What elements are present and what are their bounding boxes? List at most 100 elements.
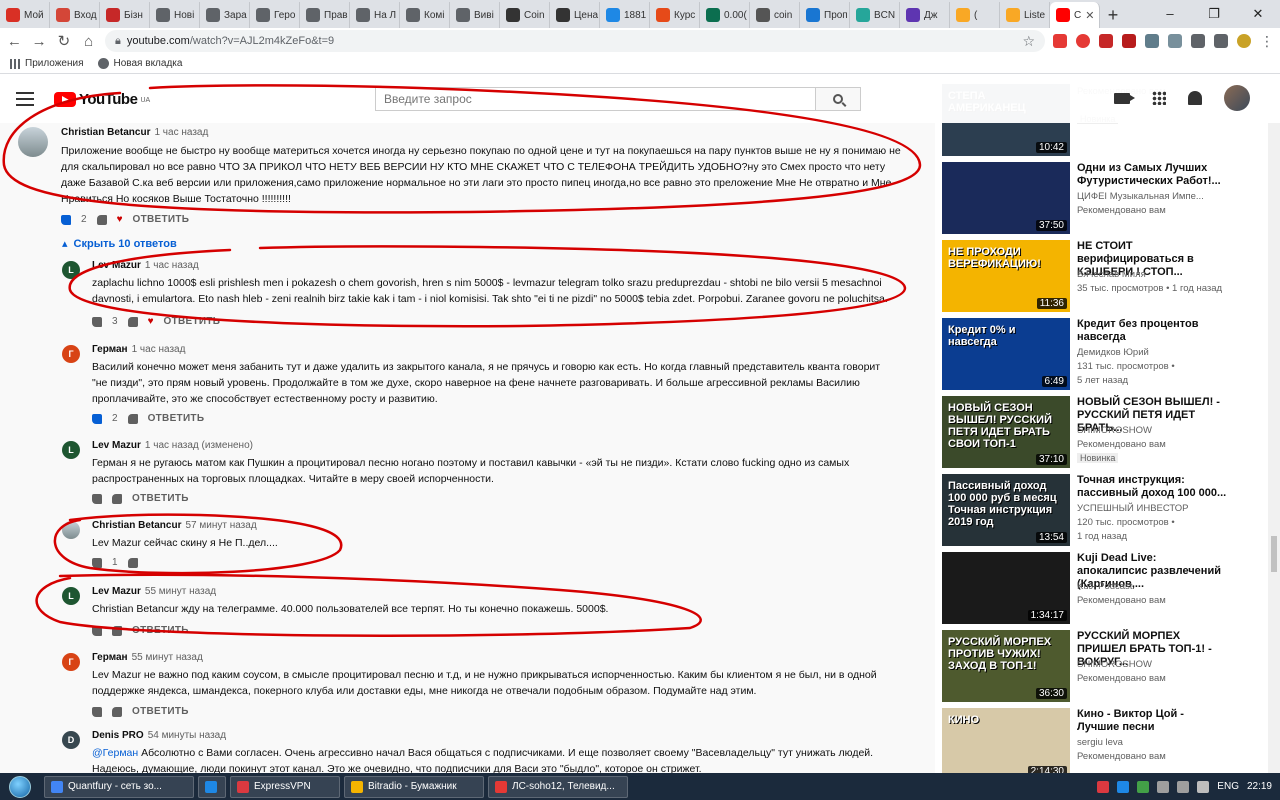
video-thumbnail[interactable]: Кредит 0% и навсегда 6:49 <box>942 318 1070 390</box>
video-thumbnail[interactable]: НОВЫЙ СЕЗОН ВЫШЕЛ! РУССКИЙ ПЕТЯ ИДЕТ БРА… <box>942 396 1070 468</box>
video-channel[interactable]: SHIMOROSHOW <box>1077 659 1152 670</box>
recommended-video[interactable]: НОВЫЙ СЕЗОН ВЫШЕЛ! РУССКИЙ ПЕТЯ ИДЕТ БРА… <box>942 396 1262 468</box>
create-video-icon[interactable] <box>1114 92 1135 104</box>
bookmark-apps[interactable]: Приложения <box>10 58 84 69</box>
recommended-video[interactable]: Пассивный доход 100 000 руб в месяц Точн… <box>942 474 1262 546</box>
browser-tab[interactable]: coin <box>750 2 800 28</box>
dislike-icon[interactable] <box>96 214 107 225</box>
like-icon[interactable] <box>92 706 102 717</box>
browser-tab[interactable]: Дж <box>900 2 950 28</box>
browser-tab[interactable]: Виві <box>450 2 500 28</box>
browser-tab[interactable]: 0.00( <box>700 2 750 28</box>
video-channel[interactable]: KuJi Podcast <box>1077 581 1132 592</box>
extension-icon[interactable] <box>1191 34 1205 48</box>
video-thumbnail[interactable]: Пассивный доход 100 000 руб в месяц Точн… <box>942 474 1070 546</box>
youtube-logo[interactable]: YouTube UA <box>54 91 150 108</box>
video-channel[interactable]: Демидков Юрий <box>1077 347 1149 358</box>
profile-icon[interactable] <box>1237 34 1251 48</box>
start-button[interactable] <box>0 773 40 800</box>
tray-icon[interactable] <box>1117 780 1130 793</box>
tray-icon[interactable] <box>1097 780 1110 793</box>
avatar[interactable]: D <box>62 731 80 749</box>
tray-icon[interactable] <box>1157 780 1170 793</box>
comment-time[interactable]: 1 час назад <box>132 344 186 355</box>
extension-icon[interactable] <box>1099 34 1113 48</box>
recommended-video[interactable]: 37:50 Одни из Самых Лучших Футуристически… <box>942 162 1262 234</box>
browser-tab[interactable]: ( <box>950 2 1000 28</box>
extension-icon[interactable] <box>1053 34 1067 48</box>
browser-tab[interactable]: C ✕ <box>1050 2 1100 28</box>
video-channel[interactable]: sergiu leva <box>1077 737 1123 748</box>
comment-time[interactable]: 1 час назад <box>154 127 208 138</box>
page-scrollbar[interactable] <box>1268 84 1280 774</box>
browser-tab[interactable]: Цена <box>550 2 600 28</box>
browser-menu-icon[interactable]: ⋮ <box>1260 33 1274 50</box>
reply-button[interactable]: ОТВЕТИТЬ <box>132 493 189 504</box>
recommended-video[interactable]: РУССКИЙ МОРПЕХ ПРОТИВ ЧУЖИХ! ЗАХОД В ТОП… <box>942 630 1262 702</box>
hide-replies-button[interactable]: ▴ Скрыть 10 ответов <box>62 237 177 251</box>
avatar[interactable]: Г <box>62 345 80 363</box>
back-icon[interactable]: ← <box>6 33 23 50</box>
reply-button[interactable]: ОТВЕТИТЬ <box>164 316 221 327</box>
comment-time[interactable]: 1 час назад <box>145 260 199 271</box>
tray-icon[interactable] <box>1137 780 1150 793</box>
forward-icon[interactable]: → <box>31 33 48 50</box>
video-channel[interactable]: Вячеслав Миля <box>1077 269 1146 280</box>
search-input[interactable] <box>375 87 815 111</box>
comment-time[interactable]: 57 минут назад <box>185 520 256 531</box>
comment-author[interactable]: Lev Mazur <box>92 260 141 271</box>
youtube-apps-icon[interactable] <box>1152 91 1166 105</box>
browser-tab[interactable]: Комі <box>400 2 450 28</box>
comment-author[interactable]: Герман <box>92 652 128 663</box>
reply-button[interactable]: ОТВЕТИТЬ <box>133 214 190 225</box>
video-title[interactable]: Кредит без процентов навсегда <box>1077 318 1227 344</box>
home-icon[interactable]: ⌂ <box>80 33 97 50</box>
hamburger-menu-icon[interactable] <box>16 92 34 106</box>
taskbar-app[interactable]: Bitradio - Бумажник <box>344 775 484 798</box>
browser-tab[interactable]: BCN <box>850 2 900 28</box>
browser-tab[interactable]: 1881 <box>600 2 650 28</box>
dislike-icon[interactable] <box>112 493 122 504</box>
account-avatar[interactable] <box>1224 85 1250 111</box>
comment-time[interactable]: 55 минут назад <box>132 652 203 663</box>
like-icon[interactable] <box>61 214 71 225</box>
taskbar-app[interactable]: ЛС-soho12, Телевид... <box>488 775 628 798</box>
taskbar-app[interactable] <box>198 775 226 798</box>
dislike-icon[interactable] <box>127 413 138 424</box>
browser-tab[interactable]: Проп <box>800 2 850 28</box>
browser-tab[interactable]: Мой <box>0 2 50 28</box>
dislike-icon[interactable] <box>127 316 138 327</box>
recommended-video[interactable]: НЕ ПРОХОДИ ВЕРЕФИКАЦИЮ! 11:36 НЕ СТОИТ вер… <box>942 240 1262 312</box>
tab-close-icon[interactable]: ✕ <box>1085 9 1094 22</box>
comment-author[interactable]: Lev Mazur <box>92 440 141 451</box>
maximize-button[interactable]: ❐ <box>1192 0 1236 28</box>
minimize-button[interactable]: – <box>1148 0 1192 28</box>
like-icon[interactable] <box>92 493 102 504</box>
dislike-icon[interactable] <box>112 625 122 636</box>
comment-time[interactable]: 1 час назад (изменено) <box>145 440 253 451</box>
reply-button[interactable]: ОТВЕТИТЬ <box>132 706 189 717</box>
extension-icon[interactable] <box>1214 34 1228 48</box>
new-tab-button[interactable]: + <box>1100 2 1126 28</box>
comment-author[interactable]: Denis PRO <box>92 730 144 741</box>
extension-icon[interactable] <box>1168 34 1182 48</box>
search-button[interactable] <box>815 87 861 111</box>
taskbar-app[interactable]: Quantfury - сеть зо... <box>44 775 194 798</box>
browser-tab[interactable]: Прав <box>300 2 350 28</box>
close-window-button[interactable]: ✕ <box>1236 0 1280 28</box>
browser-tab[interactable]: Бізн <box>100 2 150 28</box>
video-title[interactable]: Кино - Виктор Цой - Лучшие песни <box>1077 708 1227 734</box>
video-thumbnail[interactable]: 1:34:17 <box>942 552 1070 624</box>
extension-icon[interactable] <box>1122 34 1136 48</box>
reply-button[interactable]: ОТВЕТИТЬ <box>148 413 205 424</box>
dislike-icon[interactable] <box>127 557 138 568</box>
avatar[interactable]: Г <box>62 653 80 671</box>
comment-author[interactable]: Lev Mazur <box>92 586 141 597</box>
browser-tab[interactable]: Вход <box>50 2 100 28</box>
video-thumbnail[interactable]: НЕ ПРОХОДИ ВЕРЕФИКАЦИЮ! 11:36 <box>942 240 1070 312</box>
like-icon[interactable] <box>92 625 102 636</box>
browser-tab[interactable]: На Л <box>350 2 400 28</box>
reply-button[interactable]: ОТВЕТИТЬ <box>132 625 189 636</box>
video-title[interactable]: Одни из Самых Лучших Футуристических Раб… <box>1077 162 1227 188</box>
comment-mention[interactable]: @Герман <box>92 747 138 759</box>
